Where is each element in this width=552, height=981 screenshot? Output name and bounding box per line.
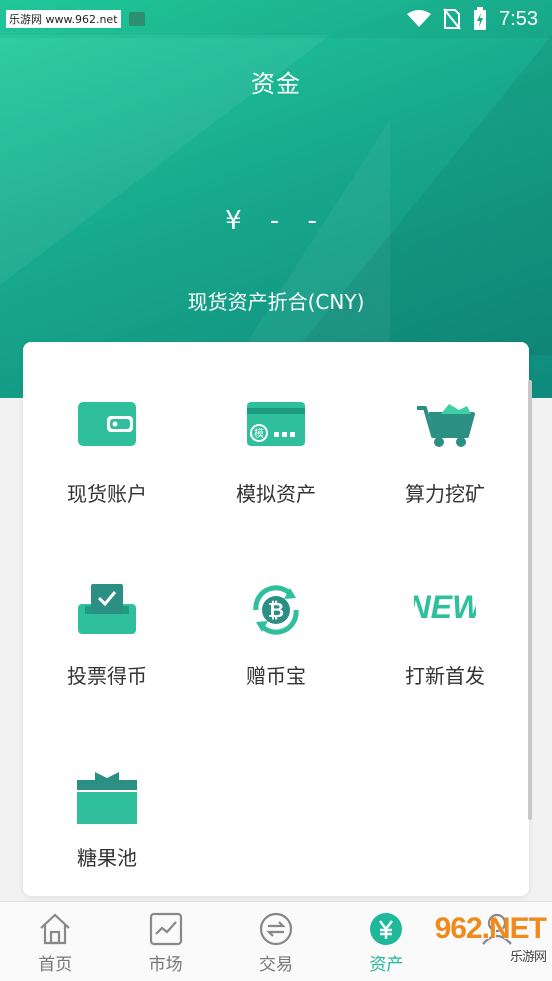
svg-text:₿: ₿ bbox=[268, 598, 284, 622]
svg-text:NEW: NEW bbox=[414, 589, 476, 625]
home-icon bbox=[40, 913, 70, 945]
tab-assets[interactable]: 资产 bbox=[331, 902, 441, 981]
tab-home[interactable]: 首页 bbox=[0, 902, 110, 981]
bitcoin-cycle-icon: ₿ bbox=[253, 585, 299, 635]
page-title: 资金 bbox=[251, 70, 301, 98]
yuan-icon bbox=[370, 913, 403, 945]
menu-item-vote-earn[interactable]: 投票得币 bbox=[23, 524, 191, 688]
scrollbar[interactable] bbox=[528, 380, 532, 820]
no-sim-icon bbox=[443, 8, 461, 30]
notification-app-icon bbox=[128, 12, 145, 26]
tab-trade[interactable]: 交易 bbox=[221, 902, 331, 981]
menu-item-simulated-assets[interactable]: 模 模拟资产 bbox=[192, 342, 360, 506]
status-bar: 乐游网 www.962.net 7:53 bbox=[0, 0, 552, 38]
header-banner: 乐游网 www.962.net 7:53 资金 ¥ - - 现货资产折合(CNY… bbox=[0, 0, 552, 398]
menu-item-label: 现货账户 bbox=[67, 482, 147, 506]
tab-market[interactable]: 市场 bbox=[110, 902, 220, 981]
wifi-icon bbox=[407, 10, 432, 27]
tab-label: 资产 bbox=[369, 955, 404, 975]
menu-item-label: 打新首发 bbox=[405, 664, 485, 688]
bottom-tab-bar: 首页 市场 交易 资产 962.NET 乐游网 bbox=[0, 901, 552, 981]
tab-label: 市场 bbox=[148, 955, 183, 975]
simulated-card-icon: 模 bbox=[247, 402, 305, 446]
wallet-icon bbox=[78, 402, 136, 446]
menu-item-mining[interactable]: 算力挖矿 bbox=[361, 342, 529, 506]
menu-item-coin-treasure[interactable]: ₿ 赠币宝 bbox=[192, 524, 360, 688]
menu-item-candy-pool[interactable]: 糖果池 bbox=[23, 706, 191, 870]
menu-item-label: 投票得币 bbox=[67, 664, 147, 688]
new-badge-icon: NEW bbox=[414, 589, 476, 625]
menu-item-new-listing[interactable]: NEW 打新首发 bbox=[361, 524, 529, 688]
clock: 7:53 bbox=[499, 7, 538, 30]
asset-menu-card: 现货账户 模 模拟资产 算力挖矿 投票得币 ₿ 赠币宝 E 打新首发 糖果池 bbox=[23, 342, 529, 896]
vote-box-icon bbox=[78, 584, 136, 634]
balance-label: 现货资产折合(CNY) bbox=[187, 290, 365, 314]
svg-text:模: 模 bbox=[254, 428, 264, 440]
battery-charging-icon bbox=[474, 7, 487, 30]
menu-item-label: 模拟资产 bbox=[236, 482, 316, 506]
site-watermark: 乐游网 www.962.net bbox=[6, 10, 121, 28]
tab-label: 首页 bbox=[38, 955, 73, 975]
menu-item-spot-account[interactable]: 现货账户 bbox=[23, 342, 191, 506]
mining-cart-icon bbox=[417, 404, 475, 447]
chart-icon bbox=[149, 912, 182, 946]
tab-label: 交易 bbox=[259, 955, 294, 975]
menu-item-label: 算力挖矿 bbox=[405, 482, 485, 506]
balance-value: ¥ - - bbox=[225, 206, 327, 236]
gift-box-icon bbox=[77, 772, 137, 824]
menu-item-label: 赠币宝 bbox=[246, 664, 306, 688]
site-watermark-logo: 962.NET 乐游网 bbox=[434, 912, 547, 964]
menu-item-label: 糖果池 bbox=[77, 846, 137, 870]
exchange-icon bbox=[259, 912, 293, 946]
